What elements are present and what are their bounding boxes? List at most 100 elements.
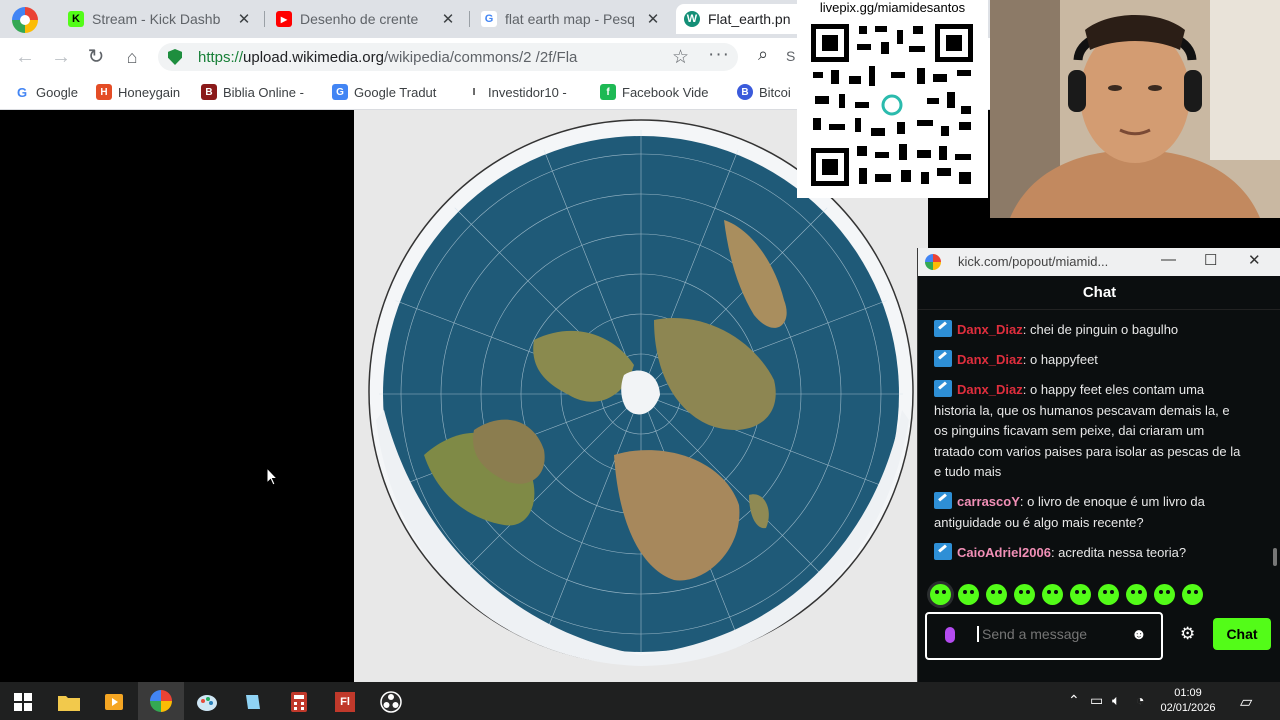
home-icon[interactable]: ⌂ — [121, 46, 143, 68]
emote-icon[interactable] — [958, 584, 979, 605]
chat-input-box[interactable]: ☻ — [925, 612, 1163, 660]
chat-message: Danx_Diaz: o happyfeet — [934, 350, 1246, 371]
tab-title: Flat_earth.pn — [708, 11, 791, 27]
tab-title: Stream - Kick Dashb — [92, 11, 221, 27]
bookmark-honeygain[interactable]: H Honeygain — [96, 84, 180, 100]
chat-message: carrascoY: o livro de enoque é um livro … — [934, 492, 1246, 533]
mouse-pointer-icon — [266, 466, 279, 491]
pix-qr-overlay: livepix.gg/miamidesantos — [797, 0, 988, 198]
chat-scrollbar[interactable] — [1273, 548, 1277, 566]
chat-username[interactable]: carrascoY — [957, 494, 1020, 509]
emote-icon[interactable] — [986, 584, 1007, 605]
badge-icon — [934, 380, 952, 397]
kick-chat-popout: kick.com/popout/miamid... — ☐ ✕ Chat Dan… — [917, 248, 1280, 682]
wikimedia-icon: W — [684, 11, 700, 27]
facebook-icon: f — [600, 84, 616, 100]
badge-icon — [934, 542, 952, 560]
search-icon[interactable]: ⌕ — [758, 44, 768, 65]
close-icon[interactable]: ✕ — [236, 10, 252, 28]
streamer-webcam-icon — [990, 0, 1280, 218]
reload-icon[interactable]: ↻ — [85, 46, 107, 68]
chat-message-input[interactable] — [977, 626, 1127, 642]
tab-flat-earth-png[interactable]: W Flat_earth.pn — [676, 4, 806, 34]
browser-icon[interactable] — [138, 682, 184, 720]
emote-icon[interactable] — [1042, 584, 1063, 605]
google-icon: G — [481, 11, 497, 27]
obs-icon[interactable] — [380, 691, 402, 713]
forward-icon[interactable]: → — [50, 46, 72, 68]
youtube-icon: ▶ — [276, 11, 292, 27]
address-bar[interactable]: https://upload.wikimedia.org/wikipedia/c… — [158, 43, 738, 71]
calculator-icon[interactable] — [288, 691, 310, 713]
wifi-icon[interactable]: ◔ — [1136, 692, 1144, 708]
chat-username[interactable]: Danx_Diaz — [957, 322, 1023, 337]
tab-desenho[interactable]: ▶ Desenho de crente ✕ — [268, 4, 464, 34]
qr-caption: livepix.gg/miamidesantos — [819, 0, 966, 15]
notepad-icon[interactable] — [242, 691, 264, 713]
emote-icon[interactable] — [1070, 584, 1091, 605]
more-options-icon[interactable]: ··· — [708, 44, 730, 66]
chat-text: : chei de pinguin o bagulho — [1022, 322, 1179, 337]
honeygain-icon: H — [96, 84, 112, 100]
investidor-icon: I — [466, 84, 482, 100]
tab-title: Desenho de crente — [300, 11, 419, 27]
emote-icon[interactable] — [930, 584, 951, 605]
popout-title-bar: kick.com/popout/miamid... — ☐ ✕ — [918, 248, 1280, 276]
bookmark-bitcoin[interactable]: B Bitcoi — [737, 84, 791, 100]
chat-username[interactable]: Danx_Diaz — [957, 382, 1023, 397]
emote-icon[interactable] — [1014, 584, 1035, 605]
bookmark-biblia-online[interactable]: B Biblia Online - — [201, 84, 304, 100]
security-shield-icon — [168, 49, 182, 65]
chat-text: : o happyfeet — [1022, 352, 1098, 367]
chat-message: Danx_Diaz: o happy feet eles contam uma … — [934, 380, 1246, 483]
back-icon[interactable]: ← — [14, 46, 36, 68]
emote-icon[interactable] — [1154, 584, 1175, 605]
bookmark-star-icon[interactable]: ☆ — [672, 46, 689, 69]
network-device-icon[interactable]: ▭ — [1090, 692, 1103, 709]
close-icon[interactable]: ✕ — [1248, 251, 1261, 269]
tab-kick-dashboard[interactable]: K Stream - Kick Dashb ✕ — [60, 4, 260, 34]
minimize-icon[interactable]: — — [1161, 251, 1176, 268]
bookmark-facebook-video[interactable]: f Facebook Vide — [600, 84, 709, 100]
translate-icon: G — [332, 84, 348, 100]
media-player-icon[interactable] — [103, 691, 125, 713]
emote-icon[interactable] — [1182, 584, 1203, 605]
chat-send-button[interactable]: Chat — [1213, 618, 1271, 650]
badge-icon — [934, 320, 952, 337]
badge-icon — [934, 492, 952, 509]
chevron-up-icon[interactable]: ⌃ — [1068, 692, 1080, 709]
bookmark-investidor10[interactable]: I Investidor10 - — [466, 84, 567, 100]
start-icon[interactable] — [12, 691, 34, 713]
flash-icon[interactable]: Fl — [334, 691, 356, 713]
bible-icon: B — [201, 84, 217, 100]
taskbar: Fl ⌃ ▭ 🔈︎ ◔ 01:09 02/01/2026 ▱ — [0, 682, 1280, 720]
url-text[interactable]: https://upload.wikimedia.org/wikipedia/c… — [198, 49, 663, 66]
notifications-icon[interactable]: ▱ — [1240, 692, 1252, 712]
chat-message: Danx_Diaz: chei de pinguin o bagulho — [934, 320, 1246, 341]
close-icon[interactable]: ✕ — [440, 10, 456, 28]
emote-icon[interactable] — [1098, 584, 1119, 605]
paint-icon[interactable] — [196, 691, 218, 713]
bookmark-google[interactable]: G Google — [14, 84, 78, 100]
google-icon: G — [14, 84, 30, 100]
qr-code-icon — [809, 22, 975, 188]
system-clock[interactable]: 01:09 02/01/2026 — [1156, 686, 1220, 716]
chat-settings-icon[interactable]: ⚙ — [1180, 624, 1195, 644]
search-field[interactable]: S — [786, 48, 795, 64]
tab-title: flat earth map - Pesq — [505, 11, 635, 27]
page-background — [0, 110, 354, 682]
chat-message: CaioAdriel2006: acredita nessa teoria? — [934, 542, 1246, 564]
volume-icon[interactable]: 🔈︎ — [1112, 692, 1120, 709]
chat-message-list: Danx_Diaz: chei de pinguin o bagulho Dan… — [934, 320, 1246, 573]
chat-username[interactable]: Danx_Diaz — [957, 352, 1023, 367]
close-icon[interactable]: ✕ — [645, 10, 661, 28]
emote-icon[interactable] — [1126, 584, 1147, 605]
file-explorer-icon[interactable] — [58, 691, 80, 713]
chat-username[interactable]: CaioAdriel2006 — [957, 545, 1051, 560]
tab-google-search[interactable]: G flat earth map - Pesq ✕ — [473, 4, 669, 34]
browser-logo-icon — [12, 7, 38, 33]
maximize-icon[interactable]: ☐ — [1204, 251, 1217, 269]
emoji-picker-icon[interactable]: ☻ — [1131, 626, 1147, 643]
bookmark-google-tradutor[interactable]: G Google Tradut — [332, 84, 436, 100]
microphone-icon[interactable] — [945, 627, 955, 643]
